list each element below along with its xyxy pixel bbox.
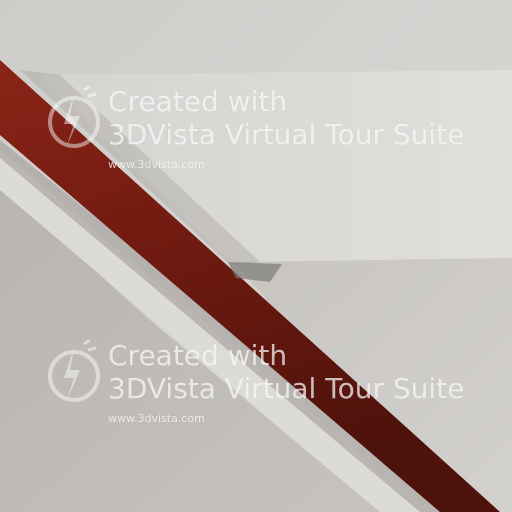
photo-scene: [0, 0, 512, 512]
